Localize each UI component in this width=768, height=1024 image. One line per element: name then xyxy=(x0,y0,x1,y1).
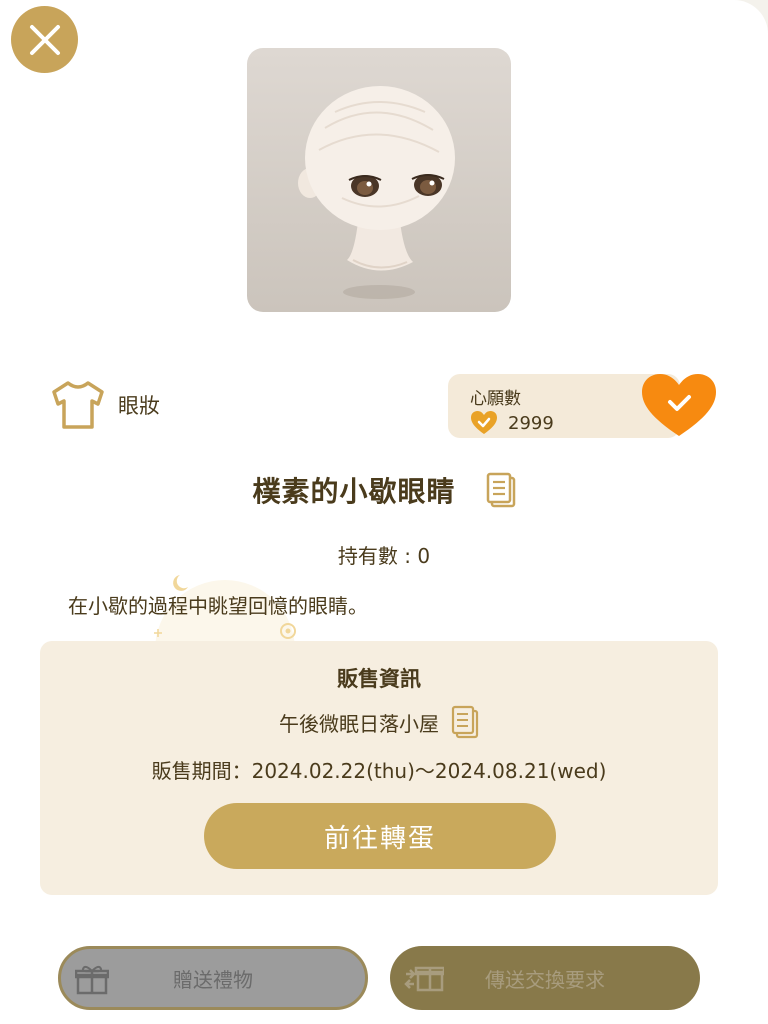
shop-name: 午後微眠日落小屋 xyxy=(279,711,439,736)
sale-info-title: 販售資訊 xyxy=(337,667,421,691)
trade-icon xyxy=(404,966,444,992)
copy-icon[interactable] xyxy=(486,472,516,508)
item-preview-image xyxy=(247,48,511,312)
category-label: 眼妝 xyxy=(118,394,160,418)
sale-period: 販售期間：2024.02.22(thu)～2024.08.21(wed) xyxy=(151,759,607,783)
wishlist-count-row: 2999 xyxy=(470,410,554,436)
close-button[interactable] xyxy=(11,6,78,73)
heart-check-icon xyxy=(642,374,716,436)
wishlist-count: 2999 xyxy=(508,412,554,434)
item-detail-panel: 眼妝 心願數 2999 樸素的小歇眼睛 持有數 : 0 在小歇的過程中眺望回憶的… xyxy=(0,0,768,1024)
add-to-wishlist-button[interactable] xyxy=(640,372,718,440)
copy-icon[interactable] xyxy=(451,705,479,739)
item-category: 眼妝 xyxy=(50,380,160,430)
shirt-icon xyxy=(52,381,104,429)
send-gift-button[interactable]: 贈送禮物 xyxy=(58,946,368,1010)
send-trade-request-button[interactable]: 傳送交換要求 xyxy=(390,946,700,1010)
send-trade-request-label: 傳送交換要求 xyxy=(485,967,605,992)
sale-info-box: 販售資訊 午後微眠日落小屋 販售期間：2024.02.22(thu)～2024.… xyxy=(40,641,718,895)
gift-icon xyxy=(75,965,109,995)
owned-count: 持有數 : 0 xyxy=(337,544,431,568)
shop-row: 午後微眠日落小屋 xyxy=(40,705,718,739)
item-name: 樸素的小歇眼睛 xyxy=(252,475,456,508)
item-title-row: 樸素的小歇眼睛 xyxy=(0,470,768,510)
item-description: 在小歇的過程中眺望回憶的眼睛。 xyxy=(68,594,368,618)
heart-check-icon xyxy=(471,411,497,434)
close-icon xyxy=(29,24,60,55)
send-gift-label: 贈送禮物 xyxy=(173,967,253,992)
wishlist-title: 心願數 xyxy=(470,389,521,409)
goto-gacha-button[interactable]: 前往轉蛋 xyxy=(204,803,556,869)
